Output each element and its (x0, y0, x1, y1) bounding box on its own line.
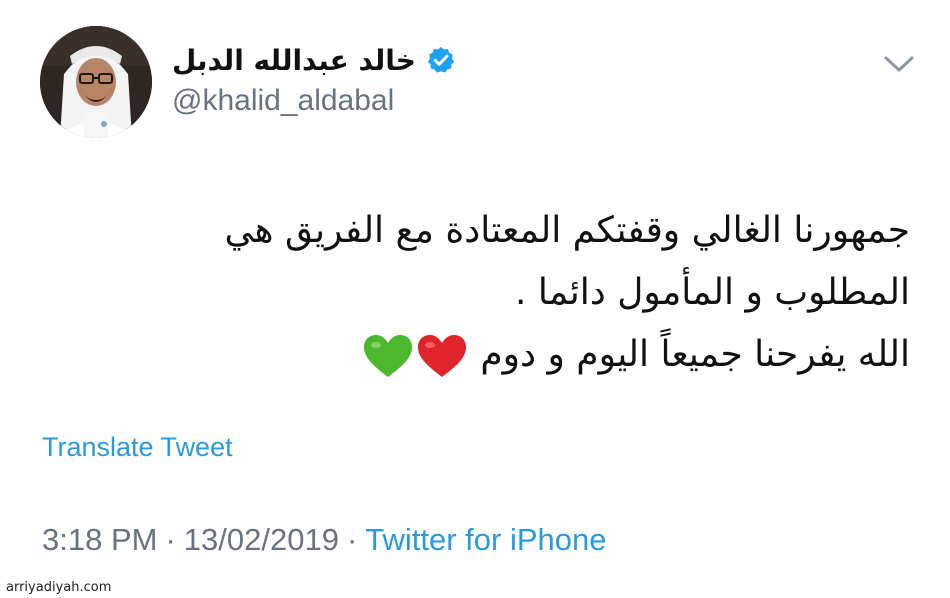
tweet-meta: 3:18 PM · 13/02/2019 · Twitter for iPhone (42, 522, 606, 558)
profile-photo-icon (40, 26, 152, 138)
verified-badge-icon (427, 46, 455, 73)
tweet-text: جمهورنا الغالي وقفتكم المعتادة مع الفريق… (50, 200, 910, 387)
translate-tweet-link[interactable]: Translate Tweet (42, 432, 233, 463)
tweet-line-3: الله يفرحنا جميعاً اليوم و دوم (50, 324, 910, 387)
handle[interactable]: @khalid_aldabal (172, 84, 456, 118)
tweet-card: خالد عبدالله الدبل @khalid_aldabal جمهور… (0, 0, 950, 598)
watermark: arriyadiyah.com (6, 580, 112, 595)
name-row: خالد عبدالله الدبل (172, 40, 456, 80)
avatar[interactable] (40, 26, 152, 138)
tweet-date[interactable]: 13/02/2019 (184, 522, 339, 557)
chevron-down-icon[interactable] (882, 52, 916, 76)
green-heart-icon (364, 335, 413, 377)
meta-separator-2: · (346, 522, 358, 557)
red-heart-icon (418, 335, 467, 377)
tweet-line-2: المطلوب و المأمول دائما . (515, 272, 910, 313)
tweet-source-link[interactable]: Twitter for iPhone (365, 522, 606, 557)
author-names: خالد عبدالله الدبل @khalid_aldabal (172, 40, 456, 118)
tweet-header: خالد عبدالله الدبل @khalid_aldabal (40, 26, 920, 138)
emoji-group (360, 325, 468, 387)
meta-separator: · (165, 522, 176, 557)
display-name[interactable]: خالد عبدالله الدبل (172, 44, 416, 77)
tweet-line-3-text: الله يفرحنا جميعاً اليوم و دوم (480, 334, 910, 375)
tweet-time[interactable]: 3:18 PM (42, 522, 157, 557)
tweet-line-1: جمهورنا الغالي وقفتكم المعتادة مع الفريق… (224, 210, 910, 251)
